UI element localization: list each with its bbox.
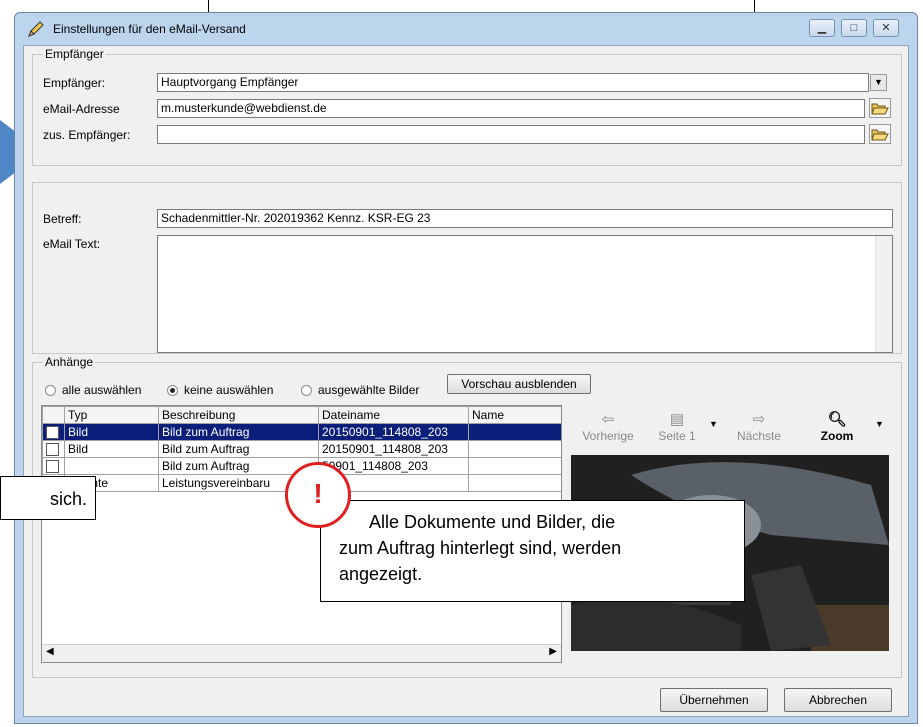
next-page-label: Nächste (736, 429, 782, 443)
column-description[interactable]: Beschreibung (158, 406, 319, 424)
recipient-label: Empfänger: (43, 76, 106, 90)
body-textarea[interactable] (157, 235, 893, 353)
email-settings-window: Einstellungen für den eMail-Versand ▁ □ … (14, 12, 918, 724)
arrow-left-icon: ⇦ (601, 411, 615, 428)
zoom-button[interactable]: 🔍︎ Zoom (811, 411, 863, 443)
magnifier-icon: 🔍︎ (827, 411, 847, 428)
row-type (64, 457, 159, 475)
row-checkbox[interactable] (46, 460, 59, 474)
cancel-button[interactable]: Abbrechen (784, 688, 892, 712)
callout-line-2: zum Auftrag hinterlegt sind, werden (339, 538, 622, 558)
zoom-label: Zoom (820, 429, 854, 443)
callout-line-3: angezeigt. (339, 564, 423, 584)
title-bar[interactable]: Einstellungen für den eMail-Versand ▁ □ … (15, 13, 917, 45)
window-title: Einstellungen für den eMail-Versand (53, 22, 246, 36)
cc-field[interactable] (157, 125, 865, 144)
row-filename: 20150901_114808_203 (318, 423, 469, 441)
row-name (468, 423, 561, 441)
row-type: Bild (64, 440, 159, 458)
warning-icon: ! (285, 462, 351, 528)
next-page-button[interactable]: ⇨ Nächste (727, 411, 791, 443)
page-icon: ▤ (669, 411, 685, 428)
cc-label: zus. Empfänger: (43, 128, 131, 142)
email-label: eMail-Adresse (43, 102, 120, 116)
row-filename: 20150901_114808_203 (318, 440, 469, 458)
body-scrollbar[interactable] (875, 236, 892, 352)
pencil-icon (28, 21, 44, 37)
radio-selected-images[interactable] (301, 385, 312, 396)
column-select (42, 406, 65, 424)
page-chevron-down-icon[interactable]: ▼ (709, 419, 718, 429)
radio-selected-images-label[interactable]: ausgewählte Bilder (318, 383, 419, 397)
zoom-chevron-down-icon[interactable]: ▼ (875, 419, 884, 429)
body-label: eMail Text: (43, 237, 101, 251)
row-name (468, 440, 561, 458)
previous-page-label: Vorherige (582, 429, 634, 443)
row-type: Bild (64, 423, 159, 441)
email-field-value: m.musterkunde@webdienst.de (161, 101, 327, 115)
table-header: Typ Beschreibung Dateiname Name (42, 406, 561, 424)
cc-folder-button[interactable] (869, 124, 891, 144)
table-row[interactable]: Bild Bild zum Auftrag 20150901_114808_20… (42, 440, 561, 458)
recipient-select-value: Hauptvorgang Empfänger (161, 75, 299, 89)
radio-select-all[interactable] (45, 385, 56, 396)
message-group: Betreff: Schadenmittler-Nr. 202019362 Ke… (32, 182, 902, 354)
radio-select-none[interactable] (167, 385, 178, 396)
row-name (468, 457, 561, 475)
page-select-button[interactable]: ▤ Seite 1 (649, 411, 705, 443)
toggle-preview-button[interactable]: Vorschau ausblenden (447, 374, 591, 394)
folder-open-icon (871, 103, 889, 115)
row-description: Bild zum Auftrag (158, 423, 319, 441)
column-type[interactable]: Typ (64, 406, 159, 424)
row-name (468, 474, 561, 492)
recipient-group-legend: Empfänger (43, 47, 106, 61)
radio-select-none-label[interactable]: keine auswählen (184, 383, 273, 397)
subject-field[interactable]: Schadenmittler-Nr. 202019362 Kennz. KSR-… (157, 209, 893, 228)
column-name[interactable]: Name (468, 406, 561, 424)
left-callout-box: sich. (0, 476, 96, 520)
arrow-right-icon: ⇨ (752, 411, 766, 428)
row-description: Bild zum Auftrag (158, 440, 319, 458)
email-folder-button[interactable] (869, 98, 891, 118)
subject-field-value: Schadenmittler-Nr. 202019362 Kennz. KSR-… (161, 211, 431, 225)
attachments-legend: Anhänge (43, 355, 96, 369)
chevron-down-icon[interactable]: ▼ (870, 74, 887, 91)
left-callout-text: sich. (49, 489, 87, 509)
row-checkbox[interactable] (46, 426, 59, 440)
column-filename[interactable]: Dateiname (318, 406, 469, 424)
scroll-right-icon[interactable]: ▶ (549, 646, 557, 657)
email-field[interactable]: m.musterkunde@webdienst.de (157, 99, 865, 118)
apply-button[interactable]: Übernehmen (660, 688, 768, 712)
recipient-group: Empfänger Empfänger: Hauptvorgang Empfän… (32, 47, 902, 166)
folder-open-icon (871, 129, 889, 141)
callout-line-1: Alle Dokumente und Bilder, die (369, 512, 616, 532)
page-label: Seite 1 (658, 429, 696, 443)
dialog-client-area: Empfänger Empfänger: Hauptvorgang Empfän… (23, 45, 909, 717)
recipient-select[interactable]: Hauptvorgang Empfänger (157, 73, 869, 92)
close-button[interactable]: ✕ (873, 19, 899, 37)
scroll-left-icon[interactable]: ◀ (46, 646, 54, 657)
row-checkbox[interactable] (46, 443, 59, 457)
table-row[interactable]: Bild Bild zum Auftrag 20150901_114808_20… (42, 423, 561, 441)
radio-select-all-label[interactable]: alle auswählen (62, 383, 141, 397)
previous-page-button[interactable]: ⇦ Vorherige (573, 411, 643, 443)
minimize-button[interactable]: ▁ (809, 19, 835, 37)
horizontal-scrollbar[interactable]: ◀ ▶ (42, 644, 561, 662)
maximize-button[interactable]: □ (841, 19, 867, 37)
subject-label: Betreff: (43, 212, 82, 226)
main-callout-box: Alle Dokumente und Bilder, die zum Auftr… (320, 500, 745, 602)
